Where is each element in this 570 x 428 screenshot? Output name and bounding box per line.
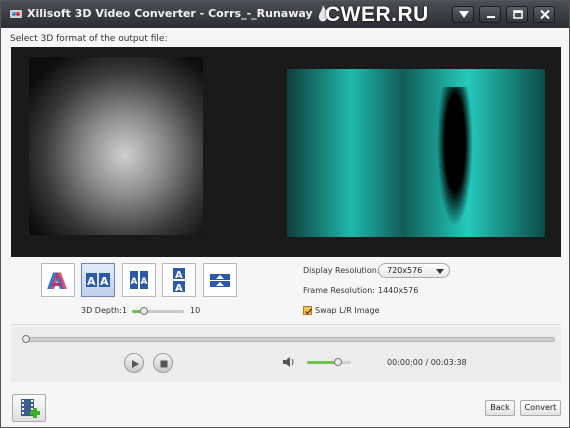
svg-text:A: A — [100, 275, 109, 288]
divider — [11, 324, 561, 325]
mode-top-bottom-button[interactable]: A A — [162, 263, 196, 297]
player-controls: 00:00:00 / 00:03:38 — [11, 327, 561, 382]
mode-side-by-side-button[interactable]: A A — [81, 263, 115, 297]
seek-bar[interactable] — [22, 335, 555, 343]
svg-text:A: A — [141, 277, 148, 287]
stop-icon — [160, 360, 168, 368]
play-icon — [132, 360, 139, 368]
chevron-down-icon — [459, 11, 469, 18]
preview-left-frame — [29, 57, 203, 235]
volume-slider[interactable] — [307, 358, 351, 366]
depth-min-label: 1 — [122, 306, 128, 315]
seek-thumb[interactable] — [22, 335, 30, 343]
video-preview — [11, 47, 561, 257]
half-side-by-side-icon: A A — [130, 271, 148, 289]
add-video-icon — [21, 399, 40, 418]
anaglyph-icon: A A — [47, 270, 67, 293]
depth-max-label: 10 — [190, 306, 201, 315]
minimize-icon — [487, 16, 495, 18]
minimize-button[interactable] — [479, 6, 501, 23]
title-bar[interactable]: Xilisoft 3D Video Converter - Corrs_-_Ru… — [1, 1, 569, 28]
speaker-icon[interactable] — [282, 356, 296, 368]
app-logo-icon — [10, 10, 22, 18]
svg-text:A: A — [175, 270, 183, 281]
app-window: Xilisoft 3D Video Converter - Corrs_-_Ru… — [0, 0, 570, 428]
swap-lr-label[interactable]: Swap L/R Image — [315, 306, 379, 315]
depth-slider-thumb[interactable] — [140, 307, 148, 315]
checkmark-icon — [305, 308, 313, 315]
playback-time: 00:00:00 / 00:03:38 — [387, 358, 467, 367]
preview-right-frame — [287, 69, 545, 237]
volume-slider-thumb[interactable] — [334, 358, 342, 366]
top-bottom-icon: A A — [173, 268, 185, 293]
mode-half-top-bottom-button[interactable] — [203, 263, 237, 297]
window-title: Xilisoft 3D Video Converter - Corrs_-_Ru… — [27, 7, 313, 20]
chevron-down-icon — [436, 269, 444, 274]
depth-slider[interactable] — [132, 307, 184, 315]
maximize-button[interactable] — [506, 6, 528, 23]
side-by-side-icon: A A — [86, 273, 110, 288]
watermark-text: CWER.RU — [325, 3, 429, 26]
add-file-button[interactable] — [12, 394, 46, 422]
svg-text:A: A — [131, 277, 138, 287]
svg-text:A: A — [87, 275, 96, 288]
display-resolution-value: 720x576 — [387, 266, 423, 275]
mode-anaglyph-button[interactable]: A A — [41, 263, 75, 297]
svg-text:A: A — [50, 270, 67, 293]
mode-half-side-by-side-button[interactable]: A A — [122, 263, 156, 297]
swap-lr-checkbox[interactable] — [303, 306, 313, 315]
back-button[interactable]: Back — [485, 400, 515, 416]
close-button[interactable] — [533, 6, 555, 23]
maximize-icon — [513, 10, 523, 19]
frame-resolution-value: 1440x576 — [378, 286, 419, 295]
convert-button[interactable]: Convert — [520, 400, 561, 416]
depth-label: 3D Depth: — [81, 306, 122, 315]
play-button[interactable] — [124, 353, 144, 373]
close-icon — [540, 10, 550, 19]
stop-button[interactable] — [153, 353, 173, 373]
half-top-bottom-icon — [210, 274, 230, 287]
format-instruction: Select 3D format of the output file: — [10, 34, 168, 44]
display-resolution-select[interactable]: 720x576 — [378, 263, 450, 278]
svg-text:A: A — [175, 283, 183, 293]
menu-dropdown-button[interactable] — [452, 6, 474, 23]
display-resolution-label: Display Resolution: — [303, 266, 380, 275]
frame-resolution-label: Frame Resolution: — [303, 286, 375, 295]
